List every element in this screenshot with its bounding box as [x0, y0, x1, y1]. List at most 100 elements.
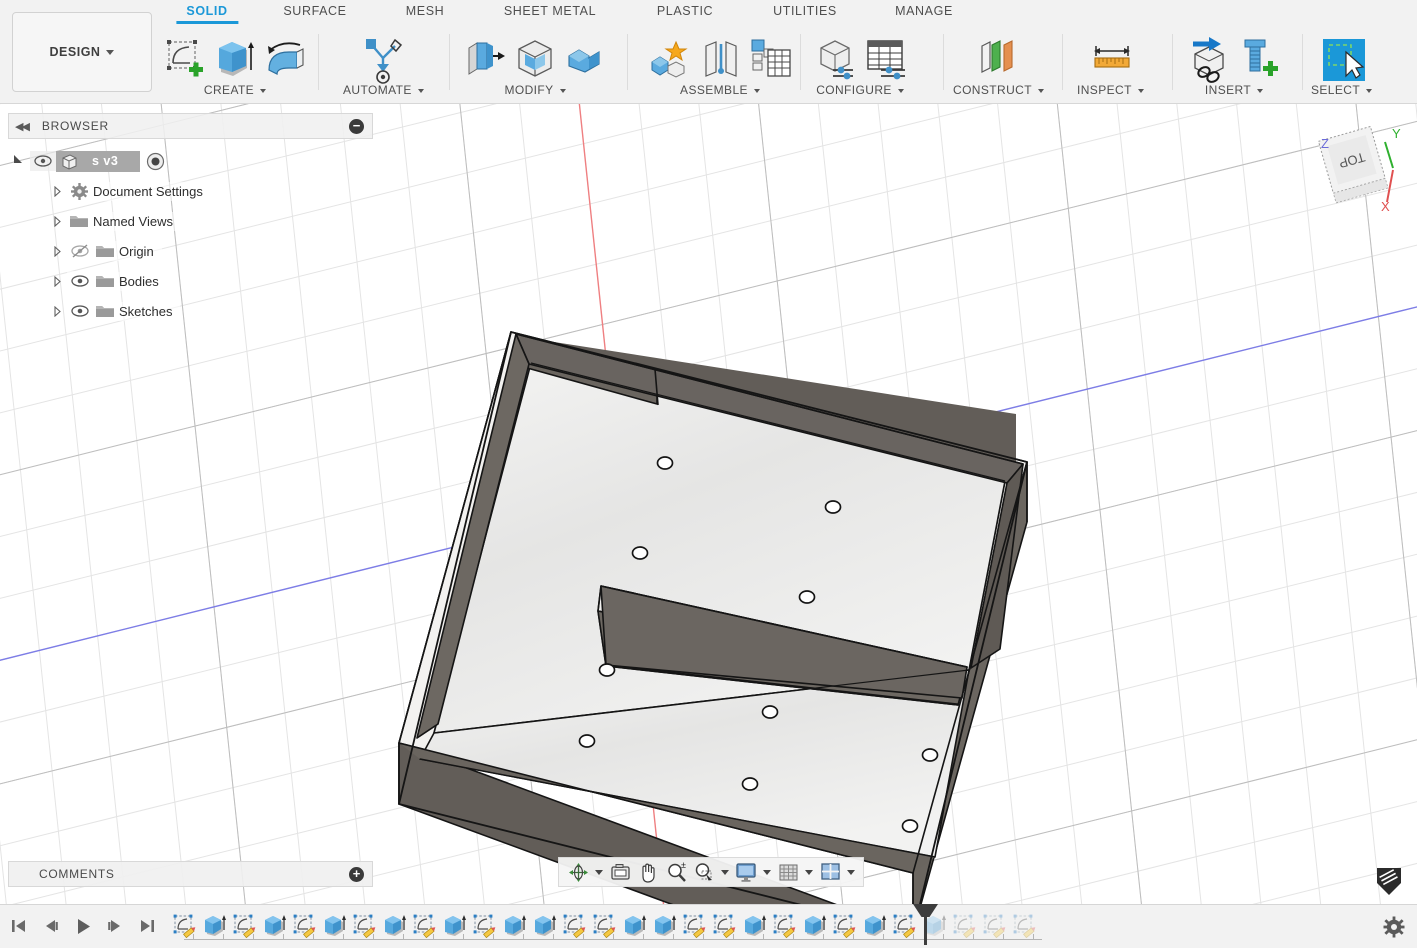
- step-forward-button[interactable]: [104, 915, 126, 937]
- tab-surface[interactable]: SURFACE: [283, 4, 346, 18]
- zoom-icon[interactable]: ±: [663, 859, 689, 885]
- timeline-feature-sketch[interactable]: [832, 913, 858, 939]
- timeline-playhead-marker[interactable]: [913, 904, 938, 945]
- panel-dropdown-insert[interactable]: INSERT: [1205, 83, 1264, 97]
- browser-item-document-settings[interactable]: Document Settings: [8, 176, 373, 206]
- grid-snaps-dropdown-caret-icon[interactable]: [803, 859, 815, 885]
- look-at-icon[interactable]: [607, 859, 633, 885]
- root-visibility-icon[interactable]: [30, 151, 56, 171]
- tab-utilities[interactable]: UTILITIES: [773, 4, 837, 18]
- view-grid-corner-icon[interactable]: [1373, 864, 1405, 896]
- chevron-right-icon[interactable]: [53, 275, 67, 287]
- add-comment-icon[interactable]: +: [349, 866, 364, 882]
- configure-table-icon[interactable]: [863, 36, 907, 82]
- panel-dropdown-modify[interactable]: MODIFY: [504, 83, 566, 97]
- insert-derive-icon[interactable]: [1187, 36, 1231, 83]
- visibility-toggle-icon[interactable]: [67, 271, 93, 291]
- timeline-feature-extrude[interactable]: [652, 913, 678, 939]
- timeline-feature-extrude[interactable]: [502, 913, 528, 939]
- view-cube[interactable]: TOP Y X Z: [1301, 112, 1411, 222]
- timeline-feature-extrude[interactable]: [382, 913, 408, 939]
- display-settings-icon[interactable]: [733, 859, 759, 885]
- pan-hand-icon[interactable]: [635, 859, 661, 885]
- go-to-start-button[interactable]: [8, 915, 30, 937]
- timeline-feature-sketch[interactable]: [472, 913, 498, 939]
- timeline-feature-extrude[interactable]: [742, 913, 768, 939]
- timeline-feature-extrude[interactable]: [442, 913, 468, 939]
- chevron-right-icon[interactable]: [53, 305, 67, 317]
- timeline-feature-sketch[interactable]: [712, 913, 738, 939]
- timeline-feature-extrude[interactable]: [322, 913, 348, 939]
- revolve-icon[interactable]: [263, 36, 307, 82]
- timeline-feature-sketch[interactable]: [352, 913, 378, 939]
- timeline-feature-sketch[interactable]: [1012, 913, 1038, 939]
- timeline-feature-sketch[interactable]: [982, 913, 1008, 939]
- browser-item-origin[interactable]: Origin: [8, 236, 373, 266]
- new-component-icon[interactable]: [648, 36, 692, 82]
- comments-panel-header[interactable]: COMMENTS +: [8, 861, 373, 887]
- extrude-icon[interactable]: [213, 36, 257, 82]
- timeline-feature-extrude[interactable]: [622, 913, 648, 939]
- visibility-toggle-icon[interactable]: [67, 241, 93, 261]
- chevron-right-icon[interactable]: [53, 185, 67, 197]
- timeline-feature-sketch[interactable]: [892, 913, 918, 939]
- timeline-feature-sketch[interactable]: [412, 913, 438, 939]
- timeline-feature-extrude[interactable]: [802, 913, 828, 939]
- ribbon-toolbar[interactable]: DESIGN SOLID SURFACE MESH SHEET METAL PLASTI…: [0, 0, 1417, 104]
- timeline-status-bar[interactable]: [0, 904, 1417, 948]
- measure-icon[interactable]: [1088, 36, 1132, 82]
- tab-sheet-metal[interactable]: SHEET METAL: [504, 4, 596, 18]
- shell-icon[interactable]: [513, 36, 557, 82]
- activate-radio-icon[interactable]: [146, 152, 165, 171]
- timeline-feature-sketch[interactable]: [592, 913, 618, 939]
- browser-item-bodies[interactable]: Bodies: [8, 266, 373, 296]
- timeline-feature-sketch[interactable]: [172, 913, 198, 939]
- combine-icon[interactable]: [563, 36, 607, 82]
- tab-solid[interactable]: SOLID: [175, 4, 238, 24]
- timeline-feature-sketch[interactable]: [682, 913, 708, 939]
- orbit-icon[interactable]: [565, 859, 591, 885]
- browser-tree[interactable]: s v3 Document Settings Named Views Origin B…: [8, 146, 373, 326]
- timeline-feature-sketch[interactable]: [772, 913, 798, 939]
- browser-item-named-views[interactable]: Named Views: [8, 206, 373, 236]
- grid-snaps-icon[interactable]: [775, 859, 801, 885]
- panel-dropdown-construct[interactable]: CONSTRUCT: [953, 83, 1044, 97]
- timeline-feature-sketch[interactable]: [562, 913, 588, 939]
- tab-plastic[interactable]: PLASTIC: [657, 4, 713, 18]
- minimize-icon[interactable]: −: [349, 118, 364, 134]
- insert-mcmaster-icon[interactable]: [1237, 36, 1281, 82]
- press-pull-icon[interactable]: [463, 36, 507, 82]
- panel-dropdown-create[interactable]: CREATE: [204, 83, 267, 97]
- browser-root-row[interactable]: s v3: [8, 146, 373, 176]
- tab-mesh[interactable]: MESH: [406, 4, 445, 18]
- play-button[interactable]: [72, 915, 94, 937]
- timeline-feature-extrude[interactable]: [532, 913, 558, 939]
- orbit-dropdown-caret-icon[interactable]: [593, 859, 605, 885]
- timeline-feature-sketch[interactable]: [232, 913, 258, 939]
- ribbon-tabs[interactable]: SOLID SURFACE MESH SHEET METAL PLASTIC UTILIT…: [0, 0, 1417, 28]
- offset-plane-icon[interactable]: [976, 36, 1020, 82]
- chevron-right-icon[interactable]: [53, 215, 67, 227]
- zoom-window-dropdown-caret-icon[interactable]: [719, 859, 731, 885]
- create-sketch-icon[interactable]: [163, 36, 207, 82]
- bom-icon[interactable]: [748, 36, 792, 82]
- zoom-window-icon[interactable]: [691, 859, 717, 885]
- configure-part-icon[interactable]: [813, 36, 857, 82]
- panel-dropdown-inspect[interactable]: INSPECT: [1077, 83, 1144, 97]
- select-window-icon[interactable]: [1320, 36, 1365, 82]
- panel-dropdown-assemble[interactable]: ASSEMBLE: [680, 83, 760, 97]
- browser-panel-header[interactable]: ◀◀ BROWSER −: [8, 113, 373, 139]
- panel-dropdown-select[interactable]: SELECT: [1311, 83, 1373, 97]
- timeline-feature-sketch[interactable]: [952, 913, 978, 939]
- tab-manage[interactable]: MANAGE: [895, 4, 953, 18]
- viewports-icon[interactable]: [817, 859, 843, 885]
- timeline-feature-sketch[interactable]: [292, 913, 318, 939]
- navigation-toolbar[interactable]: ±: [558, 857, 864, 887]
- go-to-end-button[interactable]: [136, 915, 158, 937]
- timeline-feature-extrude[interactable]: [862, 913, 888, 939]
- viewports-dropdown-caret-icon[interactable]: [845, 859, 857, 885]
- root-expander-icon[interactable]: [12, 153, 25, 166]
- timeline-feature-extrude[interactable]: [202, 913, 228, 939]
- display-settings-dropdown-caret-icon[interactable]: [761, 859, 773, 885]
- timeline-playback-controls[interactable]: [8, 915, 158, 937]
